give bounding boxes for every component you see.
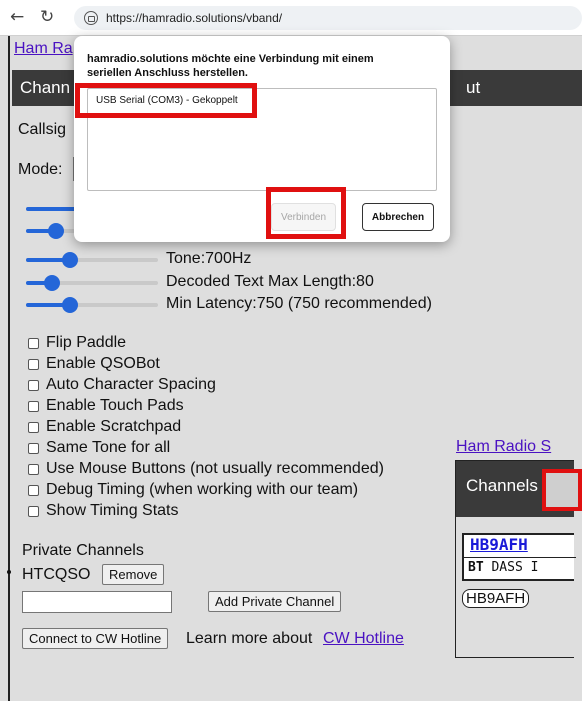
checkbox-label: Use Mouse Buttons (not usually recommend…: [46, 460, 384, 477]
checkbox[interactable]: [28, 379, 39, 391]
back-arrow-icon[interactable]: ←: [10, 8, 24, 26]
private-channel-input[interactable]: [22, 591, 172, 613]
checkbox[interactable]: [28, 505, 39, 517]
add-private-channel-button[interactable]: Add Private Channel: [208, 591, 342, 612]
checkbox[interactable]: [28, 463, 39, 475]
preview-site-link[interactable]: Ham Radio S: [456, 438, 551, 456]
preview-frame: Channels HB9AFH BT DASS I HB9AFH: [455, 460, 582, 658]
slider-label: Min Latency:750 (750 recommended): [166, 295, 432, 312]
checkbox[interactable]: [28, 484, 39, 496]
preview-callsign-pill[interactable]: HB9AFH: [462, 589, 530, 608]
highlight-device: [75, 83, 257, 118]
remove-button[interactable]: Remove: [102, 564, 165, 585]
site-title-link[interactable]: Ham Ra: [14, 40, 73, 58]
checkbox[interactable]: [28, 358, 39, 370]
preview-channel-card: HB9AFH BT DASS I: [462, 533, 576, 581]
slider-2[interactable]: [26, 297, 158, 313]
checkbox-row[interactable]: Enable QSOBot: [28, 355, 160, 373]
checkbox[interactable]: [28, 400, 39, 412]
checkbox-label: Enable Scratchpad: [46, 418, 182, 435]
preview-highlight-box: [542, 469, 582, 511]
slider-thumb[interactable]: [62, 252, 78, 268]
nav-about[interactable]: ut: [466, 78, 480, 98]
dialog-title: hamradio.solutions möchte eine Verbindun…: [87, 53, 374, 79]
checkbox-label: Enable Touch Pads: [46, 397, 184, 414]
checkbox-label: Same Tone for all: [46, 439, 171, 456]
checkbox-row[interactable]: Same Tone for all: [28, 439, 170, 457]
checkbox-row[interactable]: Auto Character Spacing: [28, 376, 216, 394]
learn-more-text: Learn more about: [186, 630, 313, 647]
checkbox-row[interactable]: Enable Touch Pads: [28, 397, 184, 415]
url-text: https://hamradio.solutions/vband/: [106, 11, 283, 25]
site-info-icon[interactable]: [84, 11, 98, 25]
cw-hotline-link[interactable]: CW Hotline: [323, 630, 404, 648]
checkbox-row[interactable]: Enable Scratchpad: [28, 418, 181, 436]
highlight-connect: [266, 187, 346, 239]
checkbox-label: Auto Character Spacing: [46, 376, 216, 393]
address-bar[interactable]: https://hamradio.solutions/vband/: [74, 6, 582, 30]
checkbox-row[interactable]: Flip Paddle: [28, 334, 126, 352]
checkbox-label: Debug Timing (when working with our team…: [46, 481, 359, 498]
slider-0[interactable]: [26, 252, 158, 268]
checkbox-label: Show Timing Stats: [46, 502, 179, 519]
reload-icon[interactable]: ↻: [40, 8, 54, 26]
checkbox[interactable]: [28, 337, 39, 349]
slider-1[interactable]: [26, 275, 158, 291]
checkbox-label: Enable QSOBot: [46, 355, 160, 372]
slider-label: Decoded Text Max Length:80: [166, 273, 374, 290]
serial-port-dialog: hamradio.solutions möchte eine Verbindun…: [74, 36, 450, 242]
bullet-icon: [7, 570, 11, 574]
checkbox[interactable]: [28, 421, 39, 433]
slider-label: Tone:700Hz: [166, 250, 252, 267]
private-channel-name: HTCQSO: [22, 566, 91, 583]
checkbox-row[interactable]: Debug Timing (when working with our team…: [28, 481, 358, 499]
connect-cw-hotline-button[interactable]: Connect to CW Hotline: [22, 628, 169, 649]
private-channels-heading: Private Channels: [22, 542, 144, 559]
slider-thumb[interactable]: [62, 297, 78, 313]
mode-label: Mode:: [18, 161, 63, 178]
nav-channels[interactable]: Chann: [20, 78, 70, 98]
preview-callsign[interactable]: HB9AFH: [470, 535, 528, 554]
cancel-button[interactable]: Abbrechen: [362, 203, 434, 231]
checkbox-row[interactable]: Use Mouse Buttons (not usually recommend…: [28, 460, 384, 478]
preview-navbar: Channels: [456, 461, 582, 517]
checkbox[interactable]: [28, 442, 39, 454]
browser-toolbar: ← ↻ https://hamradio.solutions/vband/: [0, 0, 582, 36]
checkbox-label: Flip Paddle: [46, 334, 127, 351]
callsign-label: Callsig: [18, 121, 67, 138]
slider-thumb[interactable]: [44, 275, 60, 291]
checkbox-row[interactable]: Show Timing Stats: [28, 502, 179, 520]
preview-decoded-text: BT DASS I: [468, 560, 539, 575]
preview-nav-channels[interactable]: Channels: [466, 476, 538, 496]
